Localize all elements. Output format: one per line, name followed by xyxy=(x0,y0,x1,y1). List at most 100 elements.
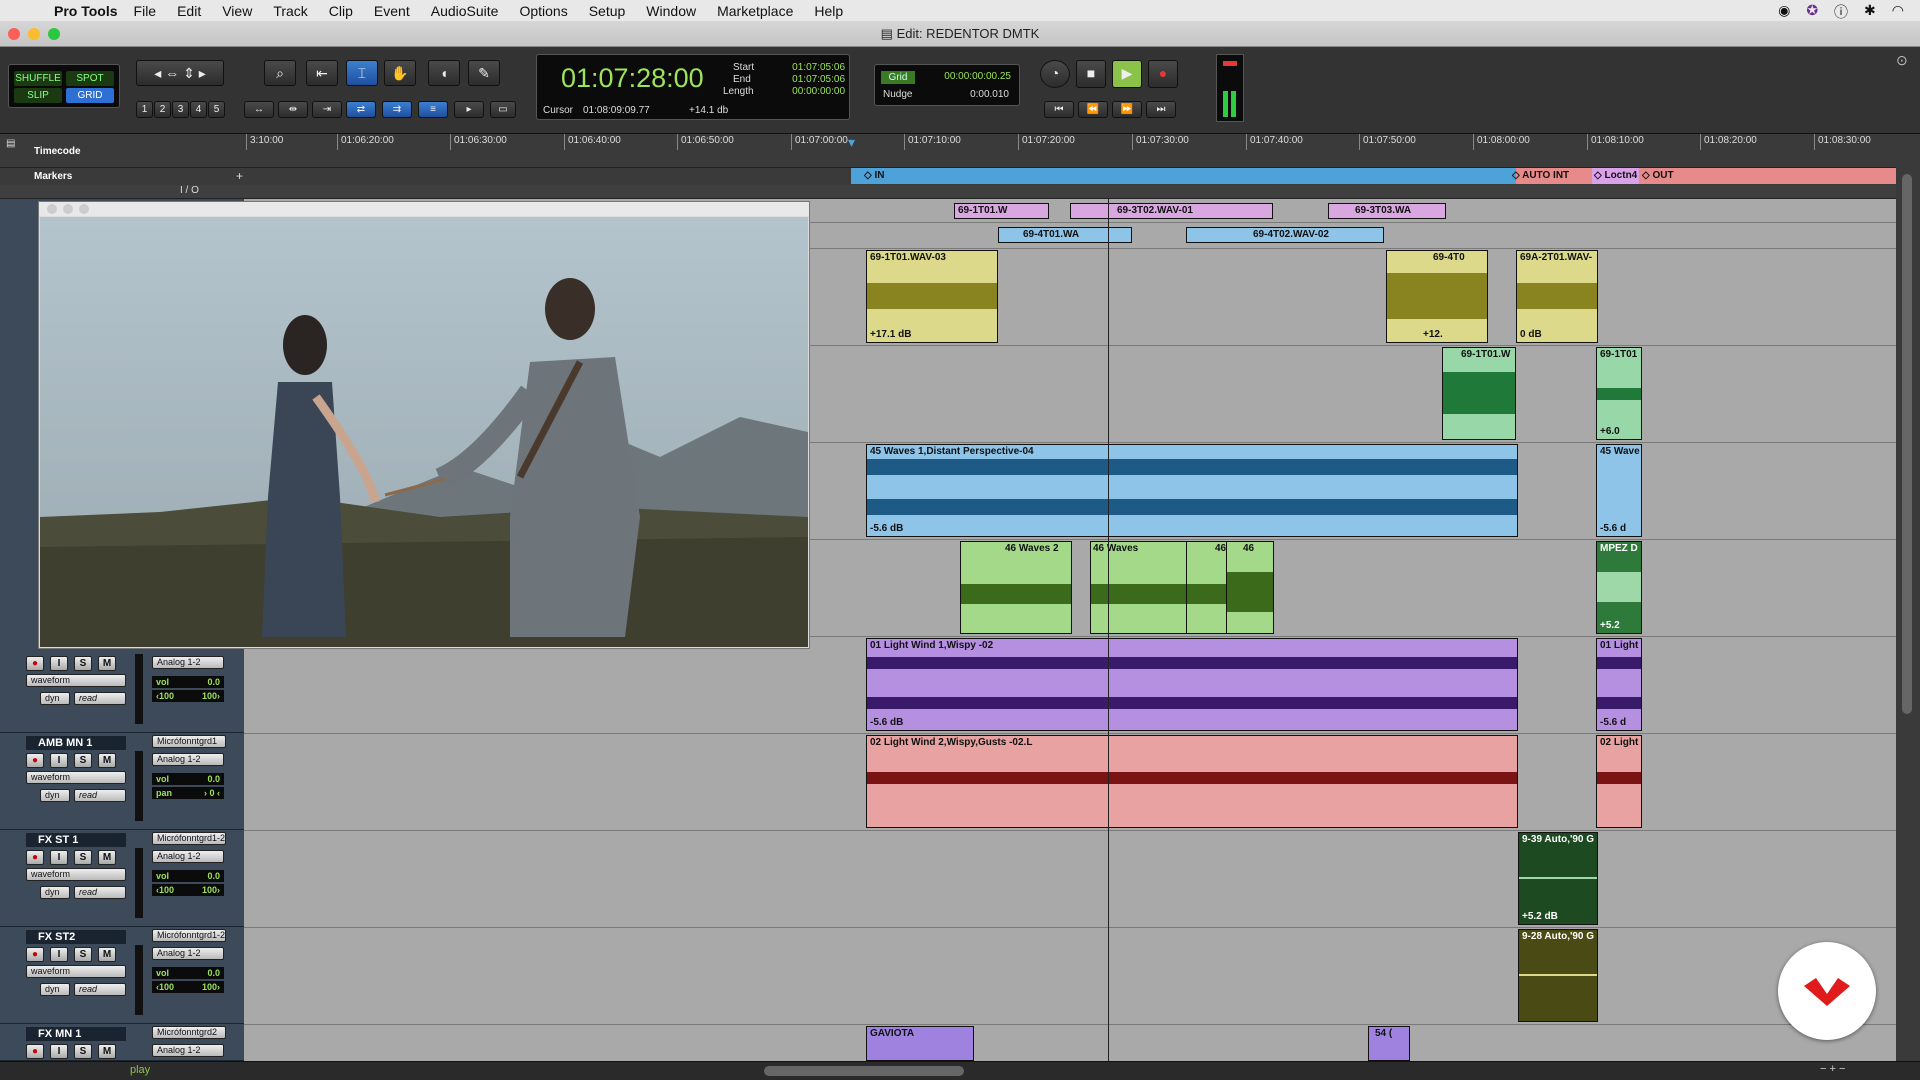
input-selector[interactable]: Micrófonntgrd1-2 xyxy=(152,929,226,942)
audio-clip[interactable]: 46 xyxy=(1226,541,1274,634)
input-monitor-button[interactable]: I xyxy=(50,753,68,768)
audio-clip[interactable]: 02 Light xyxy=(1596,735,1642,828)
output-selector[interactable]: Analog 1-2 xyxy=(152,753,224,766)
output-selector[interactable]: Analog 1-2 xyxy=(152,656,224,669)
track-view-selector[interactable]: waveform xyxy=(26,674,126,687)
grid-mode-button[interactable]: GRID xyxy=(66,88,114,103)
marker-loctn[interactable]: ◇ Loctn4 xyxy=(1592,168,1640,184)
marker-out[interactable]: ◇ OUT xyxy=(1642,168,1674,184)
clip-view-icon[interactable]: ▭ xyxy=(490,101,516,118)
ruler-view-icon[interactable]: ▤ xyxy=(6,138,15,149)
output-selector[interactable]: Analog 1-2 xyxy=(152,1044,224,1057)
scrubber-tool-icon[interactable]: ◖ xyxy=(428,60,460,86)
wifi-icon[interactable]: ◠ xyxy=(1892,2,1904,22)
dyn-button[interactable]: dyn xyxy=(40,983,70,996)
output-selector[interactable]: Analog 1-2 xyxy=(152,947,224,960)
record-button-icon[interactable]: ● xyxy=(1148,60,1178,88)
zoom-controls-icon[interactable]: − + − xyxy=(1820,1063,1845,1075)
nudge-value[interactable]: 0:00.010 xyxy=(935,89,1009,100)
volume-display[interactable]: vol 0.0 xyxy=(152,967,224,979)
menu-clip[interactable]: Clip xyxy=(329,3,353,19)
track-name[interactable]: AMB MN 1 xyxy=(26,736,126,750)
menu-options[interactable]: Options xyxy=(519,3,567,19)
grid-value[interactable]: 00:00:00:00.25 xyxy=(919,71,1011,82)
track-name[interactable]: FX MN 1 xyxy=(26,1027,126,1041)
nudge-label[interactable]: Nudge xyxy=(883,89,912,100)
vertical-scroll-thumb[interactable] xyxy=(1902,174,1912,714)
mirrored-midi-icon[interactable]: ⇹ xyxy=(278,101,308,118)
link-timeline-icon[interactable]: ⇥ xyxy=(312,101,342,118)
automation-follows-edit-icon[interactable]: ≡ xyxy=(418,101,448,118)
input-monitor-button[interactable]: I xyxy=(50,656,68,671)
zoom-preset-5[interactable]: 5 xyxy=(208,101,225,118)
audio-clip[interactable]: 69-1T01.W xyxy=(1442,347,1516,440)
zoom-preset-2[interactable]: 2 xyxy=(154,101,171,118)
menu-event[interactable]: Event xyxy=(374,3,410,19)
menu-marketplace[interactable]: Marketplace xyxy=(717,3,793,19)
menu-track[interactable]: Track xyxy=(273,3,307,19)
stop-button-icon[interactable]: ■ xyxy=(1076,60,1106,88)
menu-setup[interactable]: Setup xyxy=(589,3,626,19)
audio-clip[interactable]: 9-28 Auto,'90 G xyxy=(1518,929,1598,1022)
record-status-icon[interactable]: ◉ xyxy=(1778,2,1790,22)
automation-mode-selector[interactable]: read xyxy=(74,886,126,899)
audio-clip[interactable]: 69A-2T01.WAV- 0 dB xyxy=(1516,250,1598,343)
zoom-toggle-buttons[interactable]: ◂ ⇔ ⇕ ▸ xyxy=(136,60,224,86)
rewind-icon[interactable]: ⏪ xyxy=(1078,101,1108,118)
automation-mode-selector[interactable]: read xyxy=(74,692,126,705)
audio-clip[interactable]: MPEZ D +5.2 xyxy=(1596,541,1642,634)
volume-display[interactable]: vol 0.0 xyxy=(152,773,224,785)
zoom-window-icon[interactable] xyxy=(48,28,60,40)
length-value[interactable]: 00:00:00:00 xyxy=(777,86,845,97)
timecode-ruler[interactable]: Timecode ▤ 3:10:00 01:06:20:00 01:06:30:… xyxy=(0,134,1920,168)
mute-button[interactable]: M xyxy=(98,753,116,768)
menu-help[interactable]: Help xyxy=(814,3,843,19)
selector-tool-icon[interactable]: ⌶ xyxy=(346,60,378,86)
vertical-scrollbar[interactable] xyxy=(1896,134,1920,1061)
menu-view[interactable]: View xyxy=(222,3,252,19)
mute-button[interactable]: M xyxy=(98,850,116,865)
audio-clip[interactable]: 46 Waves 2 xyxy=(960,541,1072,634)
play-button-icon[interactable]: ▶ xyxy=(1112,60,1142,88)
mute-button[interactable]: M xyxy=(98,656,116,671)
dyn-button[interactable]: dyn xyxy=(40,789,70,802)
keyboard-focus-icon[interactable]: ▸ xyxy=(454,101,484,118)
audio-clip[interactable]: 45 Wave -5.6 d xyxy=(1596,444,1642,537)
creative-cloud-icon[interactable]: ✪ xyxy=(1806,2,1818,22)
audio-clip[interactable]: 45 Waves 1,Distant Perspective-04 -5.6 d… xyxy=(866,444,1518,537)
audio-clip[interactable]: 01 Light Wind 1,Wispy -02 -5.6 dB xyxy=(866,638,1518,731)
menu-window[interactable]: Window xyxy=(646,3,696,19)
trim-tool-icon[interactable]: ⇤ xyxy=(306,60,338,86)
audio-clip[interactable]: GAVIOTA xyxy=(866,1026,974,1061)
pan-display[interactable]: ‹100 100› xyxy=(152,884,224,896)
track-view-selector[interactable]: waveform xyxy=(26,965,126,978)
input-selector[interactable]: Micrófonntgrd1-2 xyxy=(152,832,226,845)
audio-clip[interactable]: 54 ( xyxy=(1368,1026,1410,1061)
input-monitor-button[interactable]: I xyxy=(50,1044,68,1059)
video-minimize-icon[interactable] xyxy=(63,204,73,214)
close-window-icon[interactable] xyxy=(8,28,20,40)
link-track-selection-icon[interactable]: ⇄ xyxy=(346,101,376,118)
record-arm-button[interactable]: ● xyxy=(26,753,44,768)
return-to-zero-icon[interactable]: ⏮ xyxy=(1044,101,1074,118)
grid-label[interactable]: Grid xyxy=(881,71,915,84)
marker-auto-int[interactable]: ◇ AUTO INT xyxy=(1512,168,1569,184)
menu-audiosuite[interactable]: AudioSuite xyxy=(431,3,499,19)
audio-clip[interactable]: 69-3T03.WA xyxy=(1328,203,1446,219)
online-button-icon[interactable]: ◔ xyxy=(1040,60,1070,88)
toolbar-options-icon[interactable]: ⊙ xyxy=(1896,52,1908,69)
dyn-button[interactable]: dyn xyxy=(40,692,70,705)
pan-display[interactable]: ‹100 100› xyxy=(152,690,224,702)
automation-mode-selector[interactable]: read xyxy=(74,983,126,996)
mute-button[interactable]: M xyxy=(98,1044,116,1059)
output-selector[interactable]: Analog 1-2 xyxy=(152,850,224,863)
track-view-selector[interactable]: waveform xyxy=(26,868,126,881)
menu-app-name[interactable]: Pro Tools xyxy=(54,3,118,19)
go-to-end-icon[interactable]: ⏭ xyxy=(1146,101,1176,118)
main-counter-value[interactable]: 01:07:28:00 xyxy=(561,63,704,94)
zoom-preset-4[interactable]: 4 xyxy=(190,101,207,118)
tab-to-transient-icon[interactable]: ↔ xyxy=(244,101,274,118)
audio-clip[interactable]: 46 Waves xyxy=(1090,541,1188,634)
add-marker-icon[interactable]: + xyxy=(236,169,243,183)
audio-clip[interactable]: 02 Light Wind 2,Wispy,Gusts -02.L xyxy=(866,735,1518,828)
